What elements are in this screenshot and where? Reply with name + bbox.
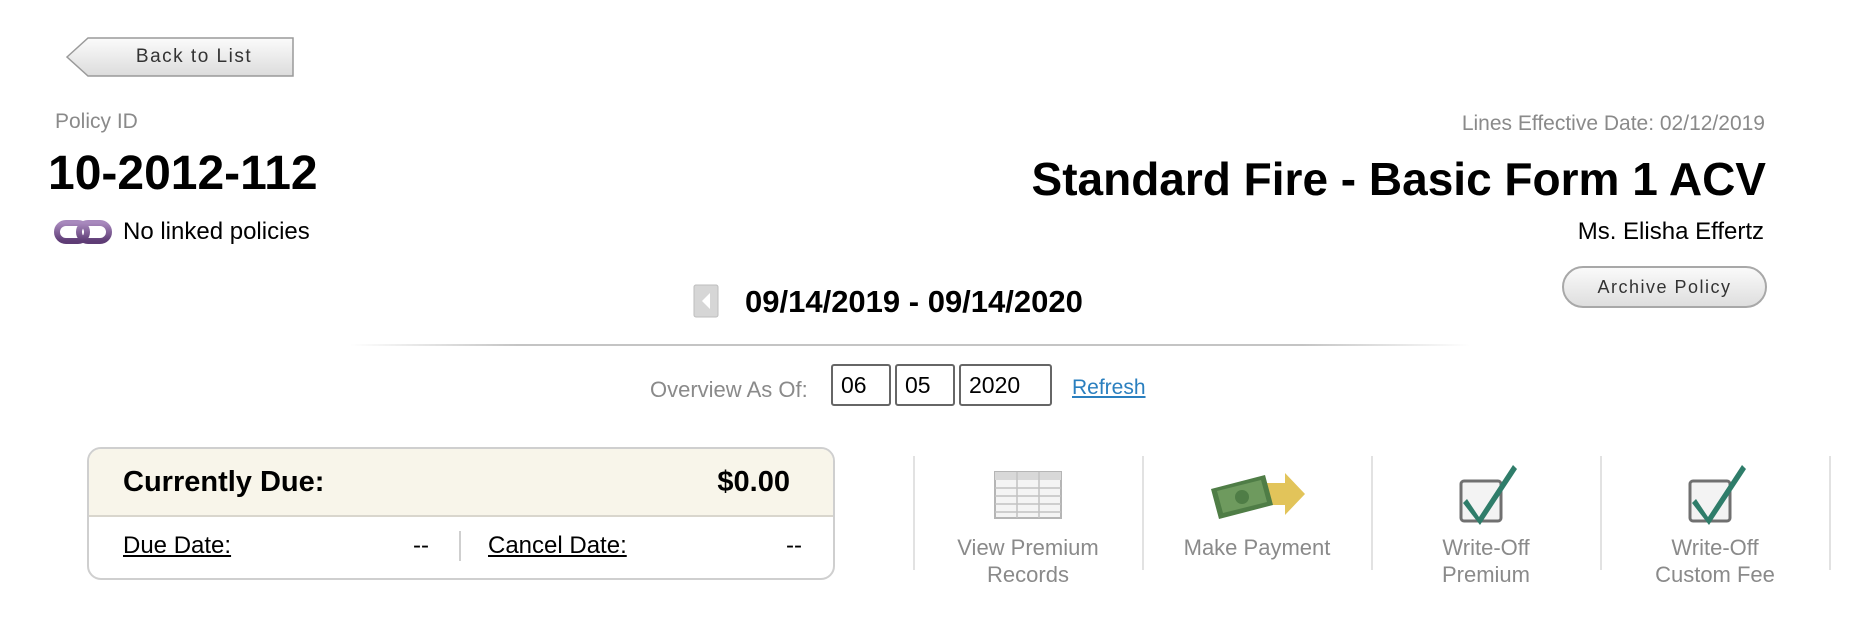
refresh-link[interactable]: Refresh [1072,376,1146,400]
linked-policies-text: No linked policies [123,218,310,245]
due-date-label: Due Date: [123,532,232,559]
checkbox-check-icon [1601,460,1829,530]
cancel-date-label: Cancel Date: [488,532,627,559]
policy-term-range: 09/14/2019 - 09/14/2020 [745,284,1083,319]
cancel-date-value: -- [786,532,802,559]
policy-id-label: Policy ID [55,110,138,133]
write-off-premium-button[interactable]: Write-Off Premium [1372,456,1600,590]
policy-id: 10-2012-112 [48,147,318,200]
overview-as-of-label: Overview As Of: [650,377,808,402]
back-to-list-button[interactable]: Back to List [66,37,294,77]
make-payment-button[interactable]: Make Payment [1143,456,1371,590]
write-off-custom-fee-button[interactable]: Write-Off Custom Fee [1601,456,1829,590]
back-to-list-label: Back to List [135,46,253,67]
due-card-separator [459,531,461,561]
currently-due-title: Currently Due: [123,466,325,498]
money-arrow-icon [1143,460,1371,530]
checkbox-check-icon [1372,460,1600,530]
currently-due-card: Currently Due: $0.00 Due Date: -- Cancel… [87,447,835,580]
previous-term-icon[interactable] [693,284,719,318]
currently-due-amount: $0.00 [717,466,790,498]
policy-name: Standard Fire - Basic Form 1 ACV [1031,153,1766,205]
archive-policy-button[interactable]: Archive Policy [1562,266,1767,308]
tile-divider [1829,456,1831,570]
make-payment-label-1: Make Payment [1183,535,1331,560]
overview-year-input[interactable] [959,364,1052,406]
overview-day-input[interactable] [895,364,955,406]
view-premium-records-button[interactable]: View Premium Records [914,456,1142,590]
chain-link-icon [54,217,112,252]
write-off-custom-fee-label-2: Custom Fee [1655,562,1775,587]
write-off-premium-label-1: Write-Off [1442,535,1530,560]
view-premium-records-label-1: View Premium [957,535,1099,560]
lines-effective-date: Lines Effective Date: 02/12/2019 [1461,112,1765,135]
view-premium-records-label-2: Records [987,562,1069,587]
insured-name: Ms. Elisha Effertz [1577,218,1764,245]
term-divider [350,344,1470,346]
write-off-premium-label-2: Premium [1441,562,1530,587]
records-table-icon [914,460,1142,530]
currently-due-header: Currently Due: $0.00 [89,449,833,517]
due-date-value: -- [413,532,429,559]
overview-month-input[interactable] [831,364,891,406]
write-off-custom-fee-label-1: Write-Off [1671,535,1759,560]
